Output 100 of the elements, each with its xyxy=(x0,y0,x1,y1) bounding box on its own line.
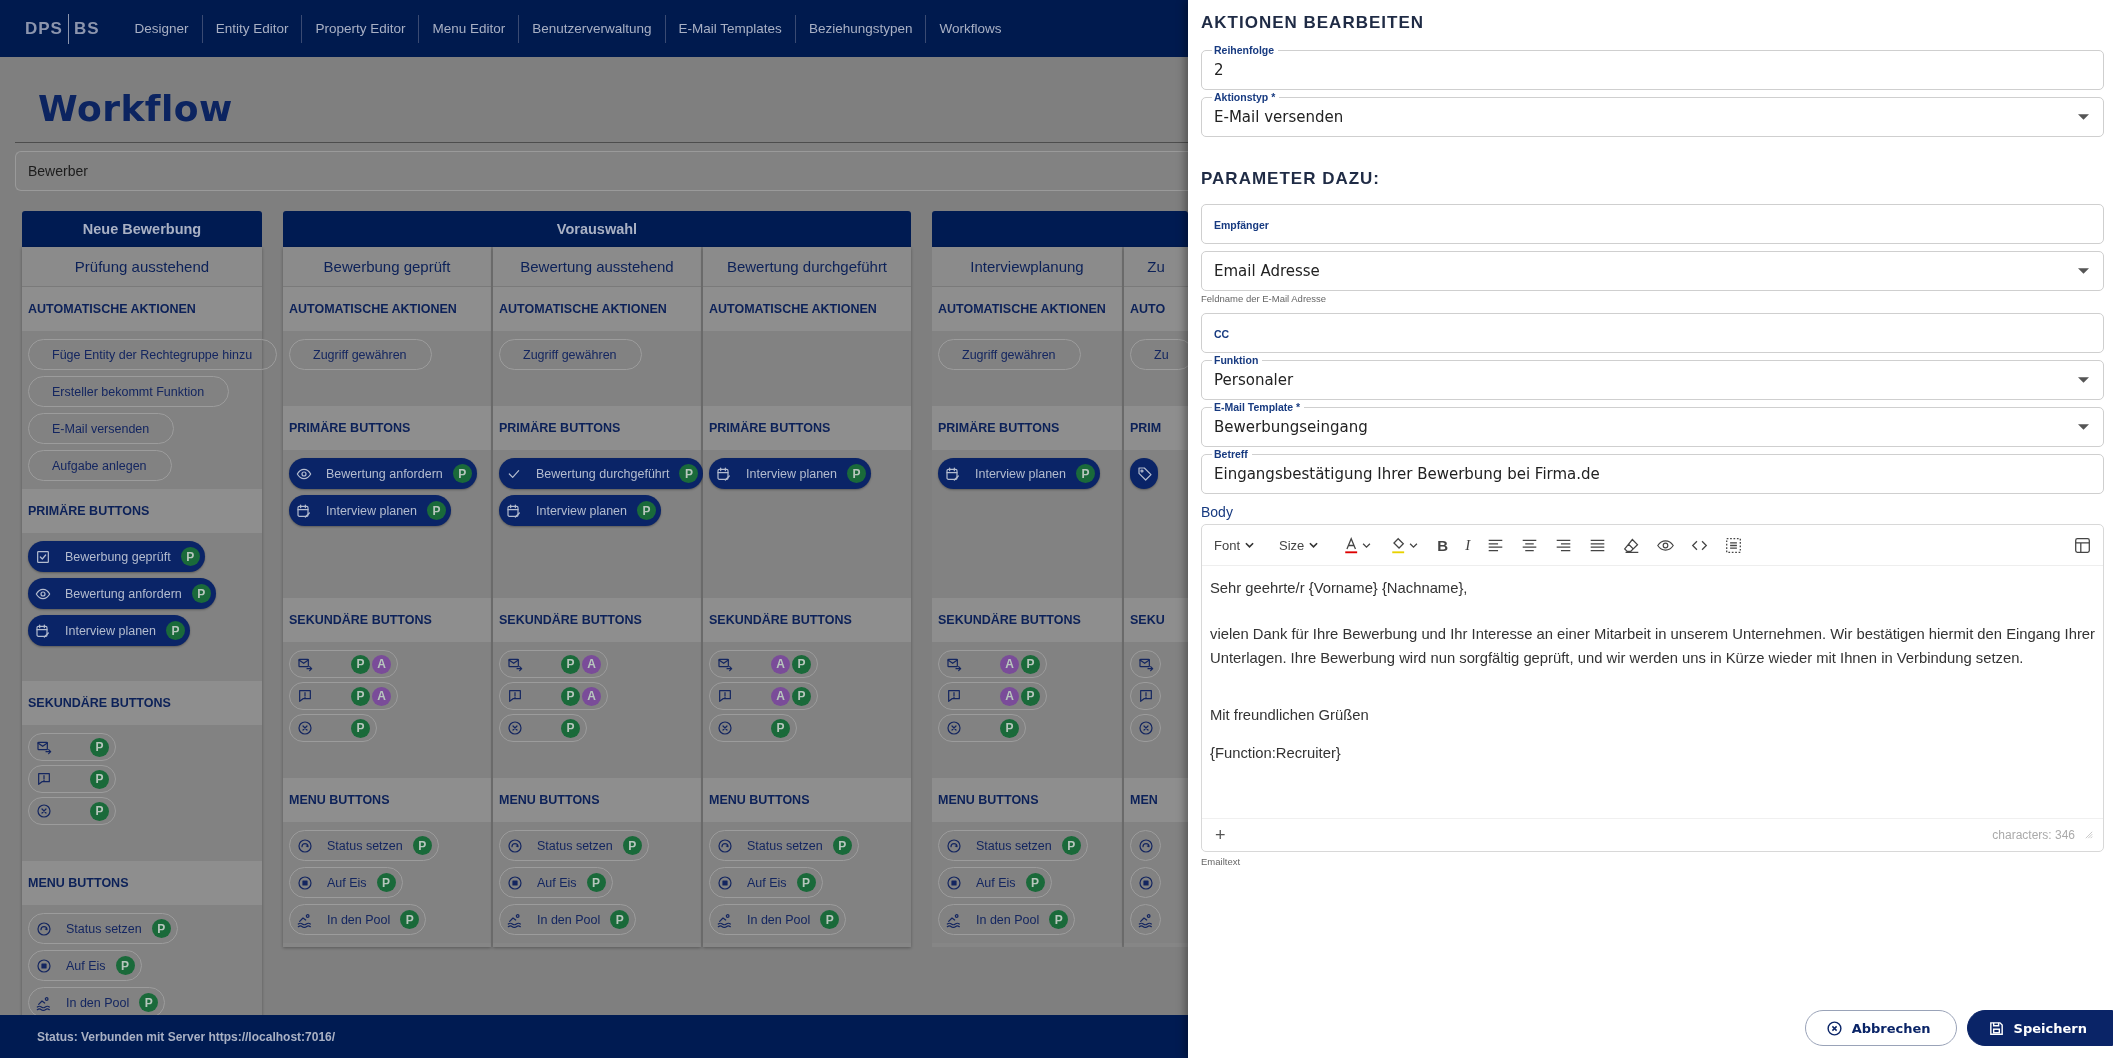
nav-link[interactable]: Workflows xyxy=(926,21,1015,36)
input-field[interactable]: Empfänger xyxy=(1202,205,2103,243)
select-field[interactable]: Email Adresse xyxy=(1202,252,2103,290)
role-badge: P xyxy=(452,464,472,483)
swimmer-icon xyxy=(717,911,733,928)
body-label: Body xyxy=(1201,504,1234,520)
role-badge: A xyxy=(771,686,790,706)
section-title: SEKUNDÄRE BUTTONS xyxy=(22,681,262,725)
role-badge: P xyxy=(115,956,135,975)
mail-arrow-icon xyxy=(1138,656,1154,672)
size-dropdown[interactable]: Size xyxy=(1279,537,1319,553)
column-title: Prüfung ausstehend xyxy=(22,247,262,287)
role-badge: P xyxy=(412,836,432,855)
role-badge: P xyxy=(1076,464,1096,483)
action-chip[interactable]: Interview planen P xyxy=(28,615,191,646)
role-badge: P xyxy=(610,910,630,929)
font-dropdown[interactable]: Font xyxy=(1214,537,1254,553)
action-chip[interactable]: Bewertung durchgeführt P xyxy=(499,458,704,489)
editor-paragraph: {Function:Recruiter} xyxy=(1210,744,1342,763)
action-chip[interactable]: Bewertung anfordern P xyxy=(289,458,477,489)
field-label: Aktionstyp * xyxy=(1212,90,1280,104)
editor-paragraph: Sehr geehrte/r {Vorname} {Nachname}, xyxy=(1210,579,1469,598)
column-title: Interviewplanung xyxy=(932,247,1122,287)
add-button[interactable]: + xyxy=(1215,824,1226,846)
cancel-icon xyxy=(507,720,523,736)
nav-link[interactable]: Property Editor xyxy=(302,21,419,36)
nav-link[interactable]: Designer xyxy=(121,21,202,36)
mail-arrow-icon xyxy=(717,656,733,672)
role-badge: A xyxy=(771,654,790,674)
action-chip[interactable] xyxy=(1130,458,1158,489)
calendar-icon xyxy=(35,622,51,639)
status-text: Status: Verbunden mit Server https://localhost:7016/ xyxy=(37,1029,336,1044)
cancel-icon xyxy=(36,803,52,819)
save-icon xyxy=(1987,1019,2005,1037)
cancel-button[interactable]: Abbrechen xyxy=(1804,1010,1957,1046)
entity-select[interactable]: Bewerber xyxy=(15,151,1188,191)
comment-alert-icon xyxy=(717,688,733,704)
bold-button[interactable]: B xyxy=(1437,536,1449,554)
nav-link[interactable]: Menu Editor xyxy=(419,21,519,36)
role-badge: P xyxy=(561,718,580,738)
nav-link[interactable]: Benutzerverwaltung xyxy=(519,21,665,36)
field-label: Funktion xyxy=(1212,353,1263,367)
section-title: SEKUNDÄRE BUTTONS xyxy=(703,598,911,642)
caret-icon xyxy=(2078,424,2089,430)
calendar-icon xyxy=(716,465,732,482)
section-title: MENU BUTTONS xyxy=(932,778,1122,822)
role-badge: P xyxy=(376,873,396,892)
action-chip[interactable]: Interview planen P xyxy=(938,458,1101,489)
calendar-icon xyxy=(945,465,961,482)
action-chip[interactable]: Interview planen P xyxy=(289,495,452,526)
eraser-icon[interactable] xyxy=(1623,536,1641,554)
action-chip[interactable]: Interview planen P xyxy=(499,495,662,526)
resize-grip-icon[interactable] xyxy=(2085,831,2093,839)
action-chip[interactable]: Bewertung anfordern P xyxy=(28,578,216,609)
cancel-icon xyxy=(946,720,962,736)
section-title: AUTO xyxy=(1124,287,1188,331)
action-chip[interactable]: Interview planen P xyxy=(709,458,872,489)
section-title: PRIMÄRE BUTTONS xyxy=(283,406,491,450)
stop-circle-icon xyxy=(1138,874,1154,891)
role-badge: P xyxy=(847,464,867,483)
save-button[interactable]: Speichern xyxy=(1966,1010,2113,1046)
select-all-icon[interactable] xyxy=(1725,536,1743,554)
mail-arrow-icon xyxy=(507,656,523,672)
nav-link[interactable]: Entity Editor xyxy=(202,21,302,36)
stop-circle-icon xyxy=(36,957,52,974)
role-badge: P xyxy=(1049,910,1069,929)
swimmer-icon xyxy=(946,911,962,928)
role-badge: A xyxy=(582,686,601,706)
logo[interactable]: DPS BS xyxy=(25,13,100,44)
stop-circle-icon xyxy=(717,874,733,891)
role-badge: P xyxy=(166,621,186,640)
action-chip[interactable]: Bewerbung geprüft P xyxy=(28,541,205,572)
section-title: PRIMÄRE BUTTONS xyxy=(703,406,911,450)
calendar-icon xyxy=(506,502,522,519)
rich-text-editor[interactable] xyxy=(1201,524,2104,852)
swimmer-icon xyxy=(507,911,523,928)
stop-circle-icon xyxy=(297,874,313,891)
role-badge: A xyxy=(1000,686,1019,706)
section-title: MENU BUTTONS xyxy=(493,778,701,822)
role-badge: P xyxy=(1061,836,1081,855)
nav-link[interactable]: E-Mail Templates xyxy=(665,21,795,36)
cancel-icon xyxy=(1138,720,1154,736)
column-title: Zu xyxy=(1124,247,1188,287)
role-badge: P xyxy=(561,686,580,706)
nav-link[interactable]: Beziehungstypen xyxy=(795,21,926,36)
comment-alert-icon xyxy=(1138,688,1154,704)
comment-alert-icon xyxy=(36,771,52,787)
caret-icon xyxy=(2078,268,2089,274)
section-title: AUTOMATISCHE AKTIONEN xyxy=(932,287,1122,331)
stop-circle-icon xyxy=(946,874,962,891)
stop-circle-icon xyxy=(507,874,523,891)
italic-button[interactable]: I xyxy=(1465,536,1471,554)
role-badge: P xyxy=(90,801,109,821)
input-field[interactable]: CC xyxy=(1202,314,2103,352)
calendar-icon xyxy=(296,502,312,519)
layout-icon[interactable] xyxy=(2074,536,2091,554)
mail-arrow-icon xyxy=(297,656,313,672)
field-label: Reihenfolge xyxy=(1212,43,1279,57)
drawer-title: AKTIONEN BEARBEITEN xyxy=(1201,13,1425,34)
role-badge: P xyxy=(151,919,171,938)
